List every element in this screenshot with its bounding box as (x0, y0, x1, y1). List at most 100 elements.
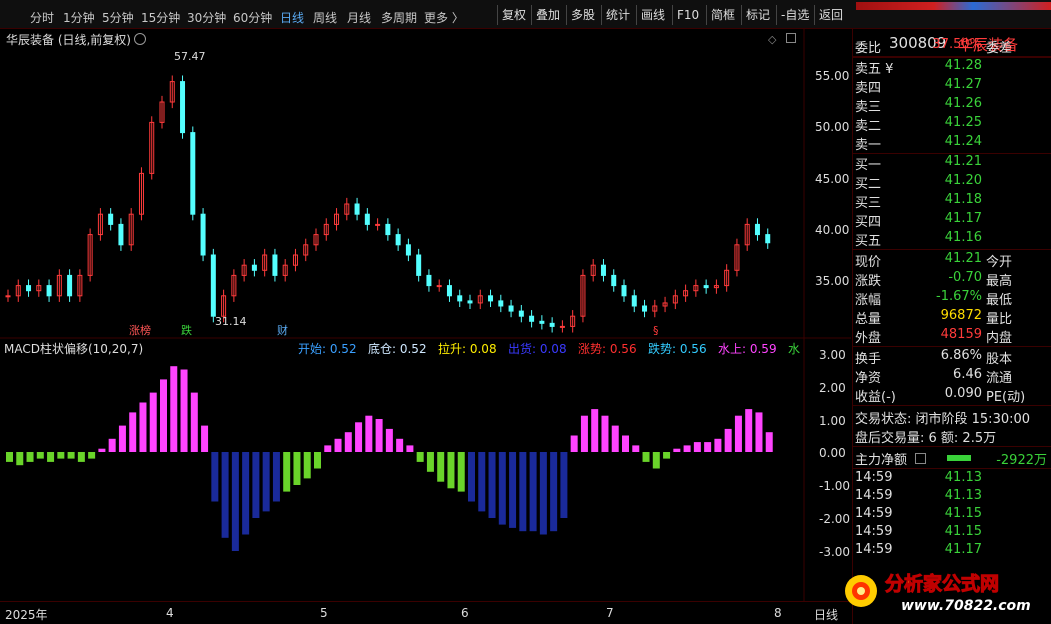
macd-bar (498, 452, 506, 525)
candle-body (508, 305, 514, 312)
svg-text:www.70822.com: www.70822.com (901, 598, 1031, 614)
macd-bar (16, 452, 24, 466)
macd-bar (529, 452, 537, 532)
ind-item: 底仓: 0.52 (368, 342, 427, 356)
candle-body (200, 213, 206, 256)
quote-row: 涨跌 -0.70 最高 (855, 270, 1013, 289)
fin-row: 收益(-) 0.090 PE(动) (855, 386, 1026, 405)
macd-bar (36, 452, 44, 459)
quote-row: 外盘 48159 内盘 (855, 327, 1013, 346)
tab-60min[interactable]: 60分钟 (233, 9, 272, 26)
fuquan-button[interactable]: 复权 (497, 5, 530, 25)
macd-bar (88, 452, 96, 459)
fin-row: 净资 6.46 流通 (855, 367, 1013, 386)
macd-bar (77, 452, 85, 462)
candle-body (190, 132, 196, 215)
macd-bar (724, 428, 732, 452)
tab-30min[interactable]: 30分钟 (187, 9, 226, 26)
tab-monthly[interactable]: 月线 (347, 9, 371, 26)
candle-body (446, 285, 452, 297)
macd-bar (283, 452, 291, 492)
candle-body (180, 81, 186, 134)
candle-body (354, 203, 360, 215)
macd-bar (642, 452, 650, 462)
macd-bar (190, 392, 198, 452)
multi-stock-button[interactable]: 多股 (566, 5, 599, 25)
after-hours: 盘后交易量: 6 额: 2.5万 (855, 431, 997, 446)
watchlist-button[interactable]: -自选 (776, 5, 813, 25)
candle-body (251, 264, 257, 271)
macd-bar (570, 435, 578, 452)
svg-text:-2.00: -2.00 (819, 512, 850, 526)
ask-row[interactable]: 卖五 ¥41.28 (852, 58, 1051, 77)
tab-5min[interactable]: 5分钟 (102, 9, 134, 26)
macd-bar (355, 422, 363, 452)
macd-bar (652, 452, 660, 469)
fin-row: 换手 6.86% 股本 (855, 348, 1013, 367)
candle-body (108, 213, 114, 225)
candle-body (765, 234, 771, 244)
watermark-logo: 分析家公式网 www.70822.com (843, 566, 1041, 616)
macd-bar (457, 452, 465, 492)
ask-row[interactable]: 卖一 41.24 (852, 134, 1051, 153)
mark-button[interactable]: 标记 (741, 5, 774, 25)
candle-body (549, 322, 555, 327)
macd-bar (663, 452, 671, 459)
candle-body (67, 274, 73, 297)
candle-body (46, 285, 52, 297)
simple-frame-button[interactable]: 简框 (706, 5, 739, 25)
macd-bar (734, 415, 742, 452)
list-icon[interactable] (915, 453, 926, 464)
svg-text:2.00: 2.00 (819, 381, 846, 395)
macd-bar (673, 448, 681, 452)
price-tick: 50.00 (815, 120, 849, 134)
main-flow-row[interactable]: 主力净额 -2922万 (852, 449, 1051, 468)
tick-row: 14:59 41.17 (855, 542, 982, 557)
tab-multi-period[interactable]: 多周期 (381, 9, 417, 26)
tab-fenshi[interactable]: 分时 (30, 9, 54, 26)
candlestick-series (5, 75, 771, 333)
ask-row[interactable]: 卖三 41.26 (852, 96, 1051, 115)
macd-bar (139, 402, 147, 452)
tab-daily[interactable]: 日线 (280, 9, 304, 26)
flow-bar (947, 455, 971, 461)
trade-status: 交易状态: 闭市阶段 15:30:00 (855, 412, 1031, 427)
tab-15min[interactable]: 15分钟 (141, 9, 180, 26)
price-axis: 55.00 50.00 45.00 40.00 35.00 (815, 69, 849, 288)
main-chart[interactable]: 55.00 50.00 45.00 40.00 35.00 3.00 2.00 … (0, 29, 851, 601)
tab-1min[interactable]: 1分钟 (63, 9, 95, 26)
color-tabs-strip[interactable] (856, 2, 1051, 10)
tag-cai: 财 (277, 323, 288, 337)
candle-body (539, 320, 545, 324)
bid-row[interactable]: 买三 41.18 (852, 192, 1051, 211)
price-tick: 40.00 (815, 223, 849, 237)
tab-more[interactable]: 更多 〉 (424, 9, 464, 26)
bid-row[interactable]: 买一 41.21 (852, 154, 1051, 173)
macd-bar (344, 432, 352, 452)
draw-line-button[interactable]: 画线 (636, 5, 669, 25)
bid-row[interactable]: 买二 41.20 (852, 173, 1051, 192)
indicator-name[interactable]: MACD柱状偏移(10,20,7) (4, 340, 143, 357)
ask-row[interactable]: 卖四 41.27 (852, 77, 1051, 96)
macd-bar (293, 452, 301, 485)
tab-weekly[interactable]: 周线 (313, 9, 337, 26)
ind-item: 涨势: 0.56 (578, 342, 637, 356)
macd-bar (406, 445, 414, 452)
overlay-button[interactable]: 叠加 (531, 5, 564, 25)
macd-bar (509, 452, 517, 528)
tick-row: 14:59 41.15 (855, 506, 982, 521)
stats-button[interactable]: 统计 (601, 5, 634, 25)
bid-row[interactable]: 买五 41.16 (852, 230, 1051, 249)
back-button[interactable]: 返回 (814, 5, 847, 25)
macd-bar (26, 452, 34, 462)
bid-row[interactable]: 买四 41.17 (852, 211, 1051, 230)
period-label[interactable]: 日线 (814, 606, 838, 623)
ask-row[interactable]: 卖二 41.25 (852, 115, 1051, 134)
macd-bar (385, 428, 393, 452)
candle-body (210, 254, 216, 317)
svg-text:-1.00: -1.00 (819, 479, 850, 493)
macd-bar (519, 452, 527, 532)
f10-button[interactable]: F10 (672, 5, 703, 25)
price-tick: 45.00 (815, 172, 849, 186)
macd-bar (580, 415, 588, 452)
